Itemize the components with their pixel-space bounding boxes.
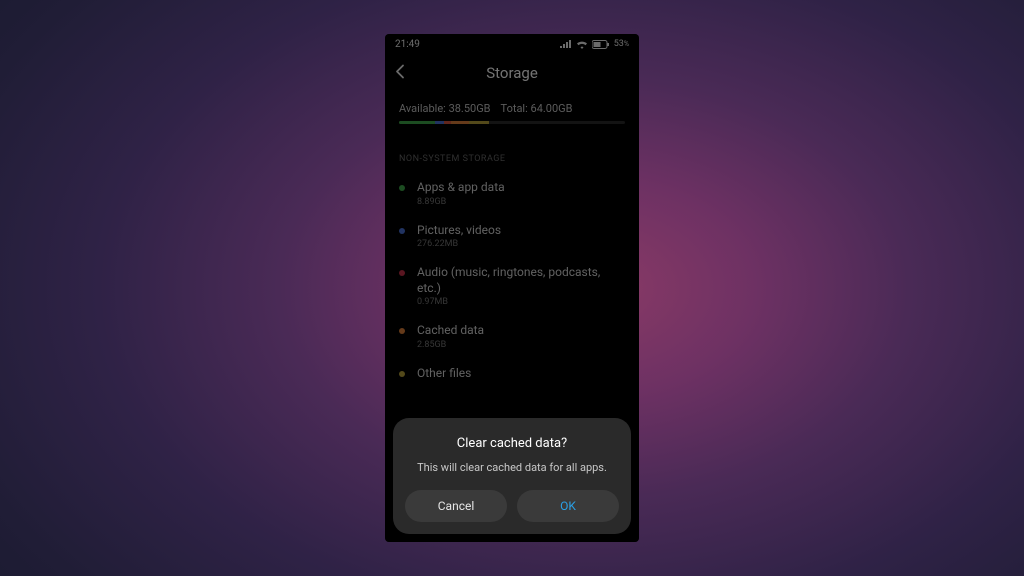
clear-cache-dialog: Clear cached data? This will clear cache…: [393, 418, 631, 534]
storage-item[interactable]: Audio (music, ringtones, podcasts, etc.)…: [385, 257, 639, 315]
storage-bar: [399, 121, 625, 124]
page-title: Storage: [486, 64, 538, 82]
dialog-title: Clear cached data?: [405, 436, 619, 451]
phone-frame: 21:49 53% Storage Available: 38.50GB Tot…: [385, 34, 639, 542]
total-label: Total: 64.00GB: [501, 102, 573, 115]
item-title: Apps & app data: [417, 180, 625, 196]
category-dot: [399, 328, 405, 334]
back-icon[interactable]: [395, 64, 405, 83]
storage-item[interactable]: Other files: [385, 358, 639, 391]
item-size: 276.22MB: [417, 239, 625, 249]
storage-items: Apps & app data8.89GBPictures, videos276…: [385, 172, 639, 391]
item-size: 2.85GB: [417, 340, 625, 350]
ok-button[interactable]: OK: [517, 490, 619, 522]
item-size: 0.97MB: [417, 297, 625, 307]
item-size: 8.89GB: [417, 197, 625, 207]
signal-icon: [560, 40, 572, 49]
status-bar: 21:49 53%: [385, 34, 639, 54]
storage-item[interactable]: Apps & app data8.89GB: [385, 172, 639, 215]
status-right: 53%: [560, 39, 629, 49]
category-dot: [399, 228, 405, 234]
dialog-message: This will clear cached data for all apps…: [405, 461, 619, 474]
item-title: Audio (music, ringtones, podcasts, etc.): [417, 265, 625, 296]
storage-item[interactable]: Pictures, videos276.22MB: [385, 215, 639, 258]
battery-icon: [592, 40, 610, 49]
item-title: Other files: [417, 366, 625, 382]
cancel-button[interactable]: Cancel: [405, 490, 507, 522]
status-time: 21:49: [395, 39, 420, 50]
wifi-icon: [576, 40, 588, 49]
section-label: NON-SYSTEM STORAGE: [385, 130, 639, 172]
category-dot: [399, 185, 405, 191]
item-title: Pictures, videos: [417, 223, 625, 239]
item-title: Cached data: [417, 323, 625, 339]
storage-item[interactable]: Cached data2.85GB: [385, 315, 639, 358]
available-label: Available: 38.50GB: [399, 102, 491, 115]
category-dot: [399, 270, 405, 276]
header: Storage: [385, 54, 639, 92]
battery-text: 53%: [614, 39, 629, 49]
storage-summary: Available: 38.50GB Total: 64.00GB: [385, 92, 639, 130]
category-dot: [399, 371, 405, 377]
